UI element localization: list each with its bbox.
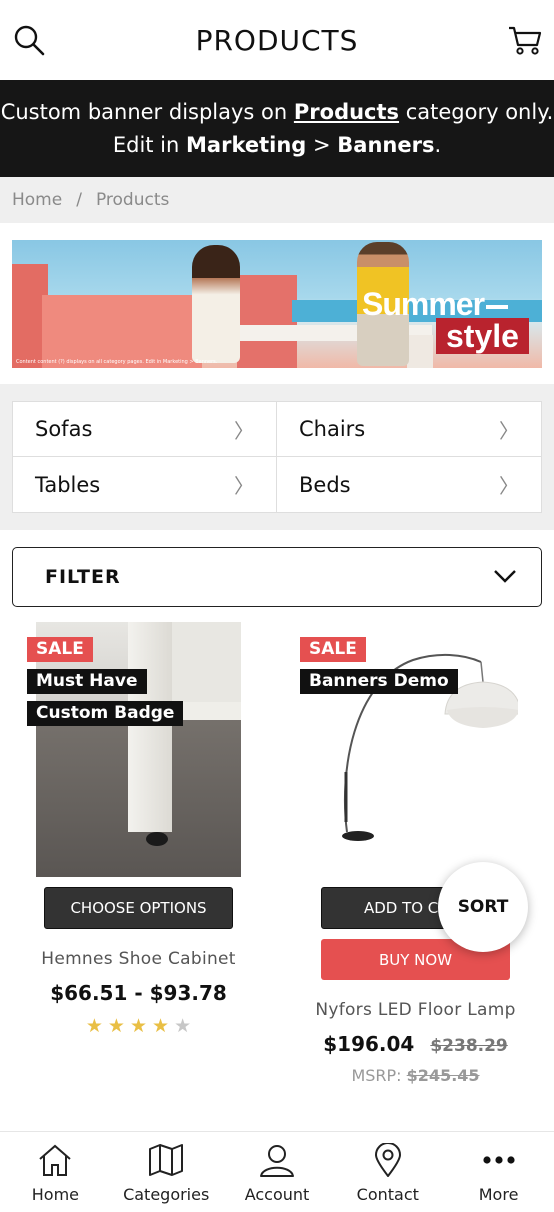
hero-wall xyxy=(42,295,202,368)
product-card: SALE Must Have Custom Badge CHOOSE OPTIO… xyxy=(0,622,277,1085)
chevron-right-icon: 〉 xyxy=(499,418,519,443)
more-dots-icon xyxy=(482,1156,515,1164)
product-grid: SALE Must Have Custom Badge CHOOSE OPTIO… xyxy=(0,607,554,1085)
promo-text: > xyxy=(306,132,338,157)
chevron-down-icon xyxy=(493,566,517,588)
breadcrumb-home[interactable]: Home xyxy=(12,190,62,210)
category-section: Sofas 〉 Chairs 〉 Tables 〉 Beds 〉 xyxy=(0,384,554,530)
image-cabinet-foot xyxy=(146,832,168,846)
cart-icon[interactable] xyxy=(508,23,542,57)
home-icon xyxy=(39,1144,72,1176)
msrp: MSRP: $245.45 xyxy=(351,1066,479,1085)
bottom-tab-bar: Home Categories Account Contact More xyxy=(0,1131,554,1212)
filter-label: FILTER xyxy=(45,566,121,588)
promo-text: . xyxy=(434,132,442,157)
tab-label: Categories xyxy=(123,1185,210,1204)
sale-badge: SALE xyxy=(27,637,93,662)
promo-marketing: Marketing xyxy=(186,132,307,157)
star-icon: ★ xyxy=(129,1015,148,1037)
custom-badge: Banners Demo xyxy=(300,669,458,694)
breadcrumb-current: Products xyxy=(95,190,170,210)
category-label: Chairs xyxy=(299,417,366,441)
tab-more[interactable]: More xyxy=(443,1132,554,1212)
product-price: $196.04 xyxy=(323,1032,415,1056)
location-pin-icon xyxy=(374,1143,401,1177)
user-icon xyxy=(259,1145,294,1177)
star-empty-icon: ★ xyxy=(174,1015,192,1037)
custom-badge: Must Have xyxy=(27,669,147,694)
product-badges: SALE Must Have Custom Badge xyxy=(27,637,184,726)
hero-word-style: style xyxy=(436,318,529,354)
tab-categories[interactable]: Categories xyxy=(111,1132,222,1212)
promo-line-2: Edit in Marketing > Banners. xyxy=(113,129,441,162)
tab-label: Contact xyxy=(356,1185,419,1204)
chevron-right-icon: 〉 xyxy=(499,474,519,498)
breadcrumb: Home / Products xyxy=(0,177,554,223)
product-price: $66.51 - $93.78 xyxy=(50,981,227,1005)
star-icon: ★ xyxy=(107,1015,125,1037)
promo-banners: Banners xyxy=(337,132,435,157)
category-label: Beds xyxy=(299,472,351,497)
product-card: SALE Banners Demo ADD TO CART BUY NOW Ny… xyxy=(277,622,554,1085)
filter-dropdown[interactable]: FILTER xyxy=(12,547,542,607)
tab-label: Account xyxy=(244,1185,310,1204)
tab-home[interactable]: Home xyxy=(0,1132,111,1212)
promo-line-1: Custom banner displays on Products categ… xyxy=(1,96,554,129)
category-label: Tables xyxy=(35,472,101,497)
hero-section: Summer style Content content (?) display… xyxy=(0,223,554,384)
category-sofas[interactable]: Sofas 〉 xyxy=(13,402,277,457)
category-tables[interactable]: Tables 〉 xyxy=(13,457,277,512)
category-beds[interactable]: Beds 〉 xyxy=(277,457,541,512)
custom-badge: Custom Badge xyxy=(27,701,184,726)
category-label: Sofas xyxy=(35,417,93,441)
price-row: $196.04 $238.29 xyxy=(323,1032,508,1056)
hero-wall xyxy=(237,275,297,368)
product-name[interactable]: Hemnes Shoe Cabinet xyxy=(41,949,236,969)
category-grid: Sofas 〉 Chairs 〉 Tables 〉 Beds 〉 xyxy=(12,401,542,513)
breadcrumb-separator: / xyxy=(76,190,82,210)
promo-text: category only. xyxy=(399,99,554,124)
tab-label: More xyxy=(478,1185,519,1204)
msrp-value: $245.45 xyxy=(406,1066,480,1085)
sort-button[interactable]: SORT xyxy=(438,862,528,952)
hero-fine-print: Content content (?) displays on all cate… xyxy=(16,359,218,365)
sale-badge: SALE xyxy=(300,637,366,662)
tab-label: Home xyxy=(31,1185,80,1204)
product-name[interactable]: Nyfors LED Floor Lamp xyxy=(315,1000,515,1020)
was-price: $238.29 xyxy=(430,1036,508,1056)
choose-options-button[interactable]: CHOOSE OPTIONS xyxy=(44,887,233,929)
products-link[interactable]: Products xyxy=(294,100,399,124)
tab-account[interactable]: Account xyxy=(222,1132,333,1212)
star-icon: ★ xyxy=(85,1015,103,1037)
hero-word-summer-text: Summer xyxy=(362,286,485,322)
star-icon: ★ xyxy=(152,1015,170,1037)
summer-style-banner[interactable]: Summer style Content content (?) display… xyxy=(12,240,542,368)
product-badges: SALE Banners Demo xyxy=(300,637,458,694)
tab-contact[interactable]: Contact xyxy=(332,1132,443,1212)
app-header: PRODUCTS xyxy=(0,0,554,80)
promo-banner: Custom banner displays on Products categ… xyxy=(0,80,554,177)
map-icon xyxy=(149,1144,184,1176)
promo-text: Edit in xyxy=(112,132,187,157)
hero-model-woman xyxy=(192,245,240,363)
promo-text: Custom banner displays on xyxy=(0,99,294,124)
hero-table-leg xyxy=(407,335,433,368)
search-icon[interactable] xyxy=(12,23,46,57)
hero-dash xyxy=(486,304,509,309)
chevron-right-icon: 〉 xyxy=(234,474,254,498)
msrp-label: MSRP: xyxy=(351,1066,402,1085)
page-title: PRODUCTS xyxy=(195,23,359,57)
chevron-right-icon: 〉 xyxy=(234,418,254,443)
category-chairs[interactable]: Chairs 〉 xyxy=(277,402,541,457)
rating-stars: ★ ★ ★ ★ ★ xyxy=(86,1015,191,1037)
